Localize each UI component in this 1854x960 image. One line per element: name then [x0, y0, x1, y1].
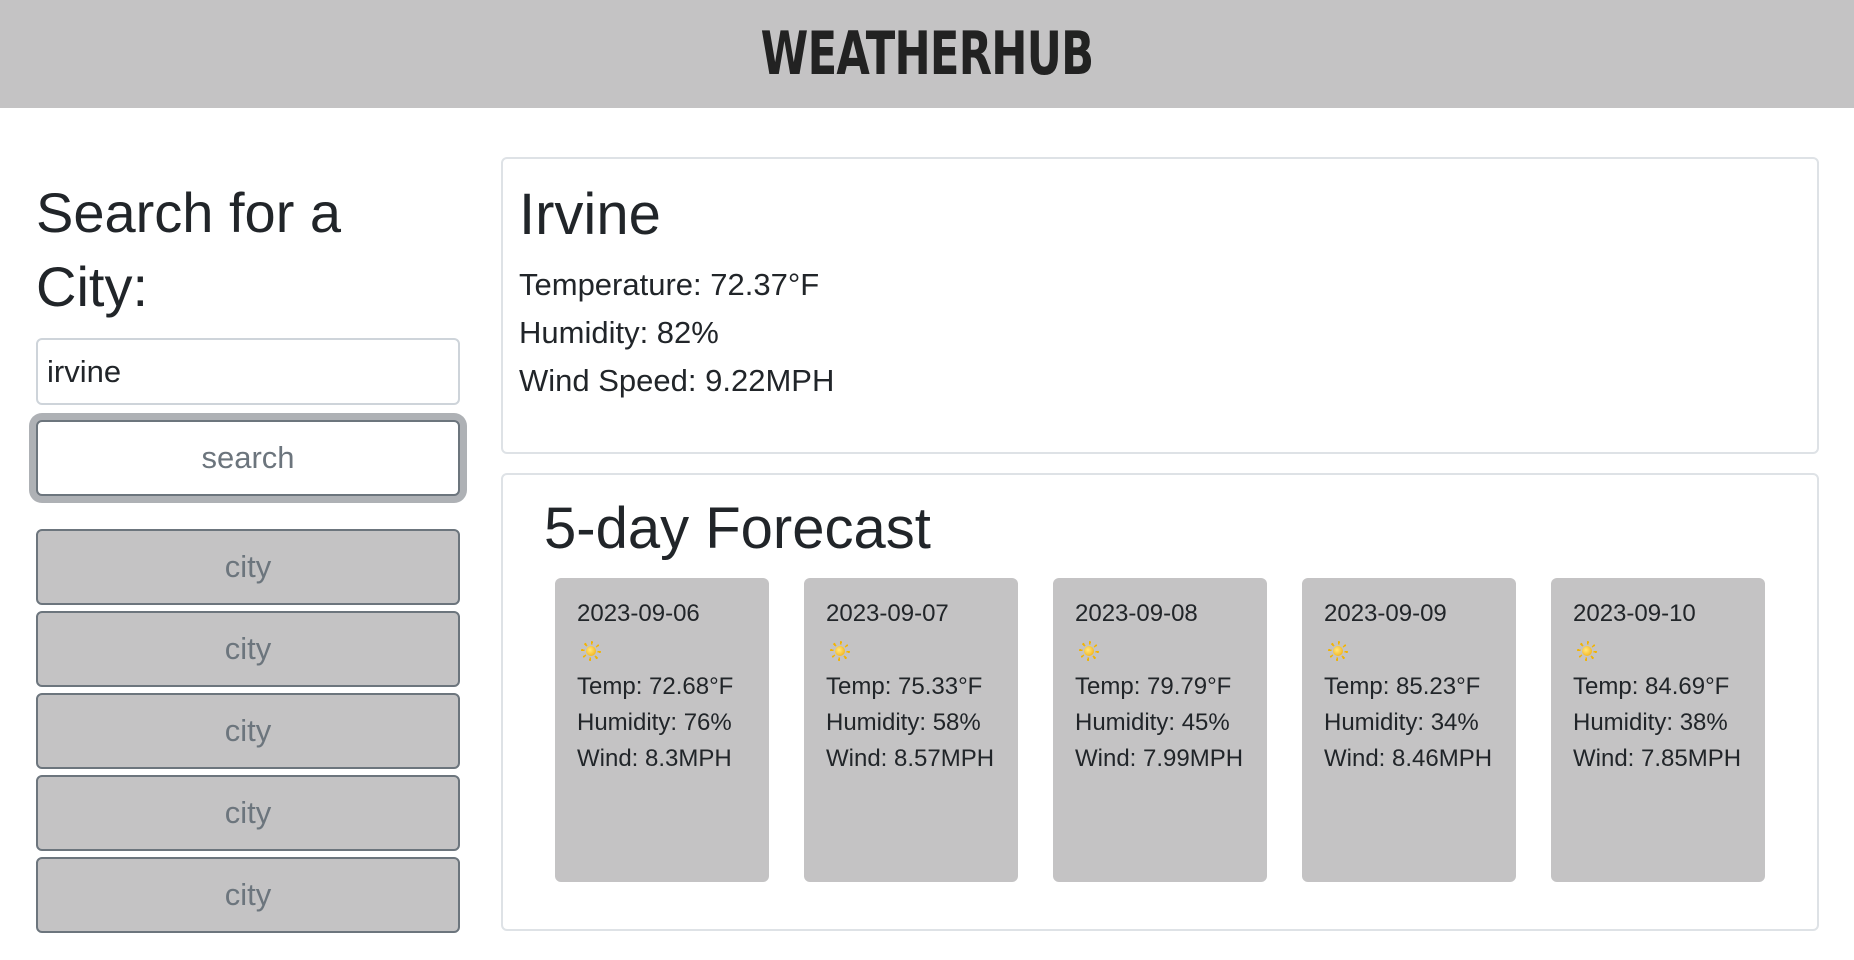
history-city-button[interactable]: city [36, 775, 460, 851]
city-search-input[interactable] [36, 338, 460, 405]
forecast-section: 5-day Forecast 2023-09-06 Temp: 72.68°F … [501, 473, 1819, 931]
forecast-temp: Temp: 75.33°F [826, 672, 983, 700]
forecast-wind: Wind: 8.46MPH [1324, 744, 1493, 772]
forecast-temp: Temp: 84.69°F [1573, 672, 1730, 700]
forecast-wind: Wind: 7.85MPH [1573, 744, 1742, 772]
forecast-temp: Temp: 85.23°F [1324, 672, 1481, 700]
forecast-humidity: Humidity: 34% [1324, 708, 1479, 736]
forecast-date: 2023-09-09 [1324, 600, 1447, 627]
forecast-date: 2023-09-06 [577, 600, 700, 627]
forecast-humidity: Humidity: 76% [577, 708, 732, 736]
forecast-days: 2023-09-06 Temp: 72.68°F Humidity: 76% W… [555, 578, 1765, 882]
search-button[interactable]: search [36, 420, 460, 496]
forecast-humidity: Humidity: 38% [1573, 708, 1728, 736]
forecast-wind: Wind: 7.99MPH [1075, 744, 1244, 772]
forecast-day-card: 2023-09-06 Temp: 72.68°F Humidity: 76% W… [555, 578, 769, 882]
search-history-list: city city city city city [36, 529, 460, 933]
forecast-date: 2023-09-07 [826, 600, 949, 627]
forecast-temp: Temp: 79.79°F [1075, 672, 1232, 700]
forecast-humidity: Humidity: 58% [826, 708, 981, 736]
sun-icon [1328, 640, 1348, 661]
sun-icon [830, 640, 850, 661]
sun-icon [1079, 640, 1099, 661]
forecast-wind: Wind: 8.3MPH [577, 744, 732, 772]
forecast-day-card: 2023-09-09 Temp: 85.23°F Humidity: 34% W… [1302, 578, 1516, 882]
forecast-humidity: Humidity: 45% [1075, 708, 1230, 736]
sun-icon [1577, 640, 1597, 661]
history-city-button[interactable]: city [36, 611, 460, 687]
app-header: WeatherHub [0, 0, 1854, 108]
forecast-date: 2023-09-10 [1573, 600, 1696, 627]
history-city-button[interactable]: city [36, 693, 460, 769]
forecast-wind: Wind: 8.57MPH [826, 744, 995, 772]
search-sidebar: Search for a City: search city city city… [36, 176, 460, 939]
app-title: WeatherHub [760, 19, 1094, 89]
current-wind-speed: Wind Speed: 9.22MPH [519, 363, 835, 398]
forecast-day-card: 2023-09-07 Temp: 75.33°F Humidity: 58% W… [804, 578, 1018, 882]
forecast-title: 5-day Forecast [544, 496, 931, 561]
forecast-day-card: 2023-09-10 Temp: 84.69°F Humidity: 38% W… [1551, 578, 1765, 882]
history-city-button[interactable]: city [36, 857, 460, 933]
search-heading: Search for a City: [36, 181, 342, 318]
forecast-temp: Temp: 72.68°F [577, 672, 734, 700]
forecast-day-card: 2023-09-08 Temp: 79.79°F Humidity: 45% W… [1053, 578, 1267, 882]
current-weather-card: Irvine Temperature: 72.37°F Humidity: 82… [501, 157, 1819, 454]
current-city-name: Irvine [519, 182, 661, 247]
sun-icon [581, 640, 601, 661]
forecast-date: 2023-09-08 [1075, 600, 1198, 627]
current-temperature: Temperature: 72.37°F [519, 267, 820, 302]
history-city-button[interactable]: city [36, 529, 460, 605]
current-humidity: Humidity: 82% [519, 315, 719, 350]
